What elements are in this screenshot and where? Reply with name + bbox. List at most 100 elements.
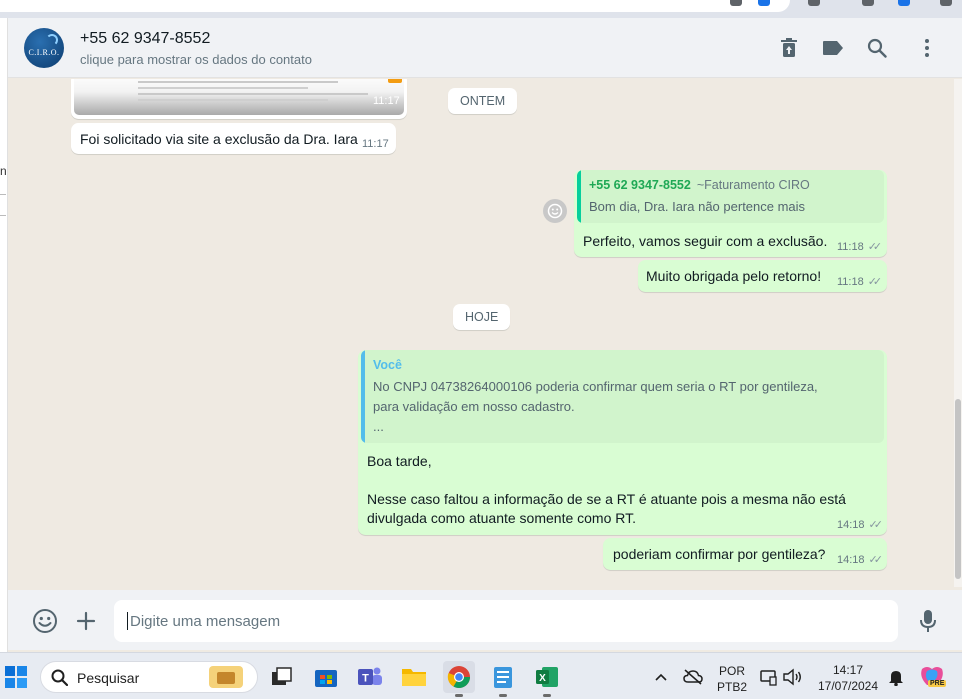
taskbar-search-box[interactable]: Pesquisar <box>40 661 258 693</box>
message-text: Perfeito, vamos seguir com a exclusão. <box>583 233 828 249</box>
quote-accent-bar <box>361 350 365 443</box>
quoted-message[interactable]: +55 62 9347-8552 ~Faturamento CIRO Bom di… <box>577 170 884 223</box>
keyboard-language[interactable]: POR PTB2 <box>714 663 750 695</box>
outgoing-message[interactable]: Muito obrigada pelo retorno! 11:18 ✓✓ <box>638 260 887 292</box>
outgoing-message[interactable]: poderiam confirmar por gentileza? 14:18 ✓… <box>603 538 887 570</box>
address-bar-edge[interactable] <box>0 0 790 12</box>
search-highlight-icon <box>209 666 243 688</box>
message-time: 14:18 ✓✓ <box>837 553 884 566</box>
chat-scrollbar[interactable] <box>954 79 962 587</box>
chevron-up-icon[interactable] <box>645 661 677 693</box>
label-icon[interactable] <box>821 36 845 60</box>
avatar[interactable]: C.I.R.O. <box>24 28 64 68</box>
incoming-message[interactable]: Foi solicitado via site a exclusão da Dr… <box>71 123 396 154</box>
chat-header: C.I.R.O. +55 62 9347-8552 clique para mo… <box>8 18 962 78</box>
message-time: 11:17 <box>362 138 389 150</box>
file-explorer-icon[interactable] <box>398 661 430 693</box>
message-time: 11:18 ✓✓ <box>837 275 883 288</box>
bookmark-star-icon[interactable] <box>758 0 770 6</box>
orange-badge-icon <box>388 79 402 83</box>
microphone-icon[interactable] <box>915 608 941 634</box>
quote-sender-number: +55 62 9347-8552 <box>589 178 691 192</box>
contact-subtitle[interactable]: clique para mostrar os dados do contato <box>80 52 312 67</box>
avatar-logo-text: C.I.R.O. <box>28 48 60 57</box>
date-separator: HOJE <box>453 304 511 330</box>
background-window-glyph: n <box>0 164 7 178</box>
task-view-icon[interactable] <box>266 661 298 693</box>
background-window-edge: n <box>0 18 8 658</box>
volume-icon[interactable] <box>776 661 808 693</box>
contact-name[interactable]: +55 62 9347-8552 <box>80 30 210 48</box>
message-time-value: 14:18 <box>837 519 865 531</box>
search-icon[interactable] <box>865 36 889 60</box>
chrome-icon[interactable] <box>443 661 475 697</box>
text-caret <box>127 612 128 630</box>
quote-sender-tag: ~Faturamento CIRO <box>696 178 810 192</box>
copilot-icon[interactable]: PRE <box>916 661 948 693</box>
extension-icon[interactable] <box>730 0 742 6</box>
quote-sender: +55 62 9347-8552 ~Faturamento CIRO <box>589 178 810 192</box>
message-time: 14:18 ✓✓ <box>837 518 884 531</box>
message-text-line: Nesse caso faltou a informação de se a R… <box>367 491 846 507</box>
background-window-mark <box>0 194 6 216</box>
windows-start-icon[interactable] <box>0 661 32 693</box>
outgoing-reply-message[interactable]: +55 62 9347-8552 ~Faturamento CIRO Bom di… <box>574 170 887 257</box>
quote-sender: Você <box>373 358 402 372</box>
browser-window-icon[interactable] <box>862 0 874 6</box>
svg-text:T: T <box>362 673 369 685</box>
clock-date: 17/07/2024 <box>817 679 879 693</box>
keyboard-layout-code: PTB2 <box>716 680 747 694</box>
browser-tab-icon[interactable] <box>808 0 820 6</box>
svg-text:X: X <box>539 673 546 684</box>
quote-accent-bar <box>577 170 581 223</box>
read-receipt-icon: ✓✓ <box>867 276 883 288</box>
notepad-icon[interactable] <box>487 661 519 697</box>
emoji-icon[interactable] <box>32 608 58 634</box>
browser-toolbar-strip <box>0 0 962 18</box>
outgoing-reply-message[interactable]: Você No CNPJ 04738264000106 poderia conf… <box>358 350 887 535</box>
excel-icon[interactable]: X <box>531 661 563 697</box>
quote-text-ellipsis: ... <box>373 419 384 434</box>
active-app-indicator <box>455 694 463 697</box>
clock-time: 14:17 <box>832 663 864 677</box>
notification-bell-icon[interactable] <box>880 661 912 693</box>
onedrive-offline-icon[interactable] <box>677 661 709 693</box>
active-app-indicator <box>543 694 551 697</box>
profile-icon[interactable] <box>898 0 910 6</box>
message-text: poderiam confirmar por gentileza? <box>613 546 826 562</box>
message-time-value: 14:18 <box>837 554 865 566</box>
message-composer <box>8 590 962 650</box>
read-receipt-icon: ✓✓ <box>867 241 883 253</box>
message-input[interactable] <box>114 600 898 642</box>
quoted-message[interactable]: Você No CNPJ 04738264000106 poderia conf… <box>361 350 884 443</box>
microsoft-store-icon[interactable] <box>310 661 342 693</box>
menu-icon[interactable] <box>915 36 939 60</box>
taskbar-search-label: Pesquisar <box>77 670 140 686</box>
document-preview-image[interactable] <box>74 79 404 115</box>
message-time: 11:18 ✓✓ <box>837 240 883 253</box>
attachment-message[interactable]: 11:17 <box>71 79 407 119</box>
message-text: Muito obrigada pelo retorno! <box>646 268 822 284</box>
message-time-value: 11:18 <box>837 241 864 253</box>
message-time-value: 11:18 <box>837 276 864 288</box>
chat-messages-area[interactable]: 11:17 Foi solicitado via site a exclusão… <box>8 79 954 587</box>
delete-icon[interactable] <box>777 36 801 60</box>
read-receipt-icon: ✓✓ <box>868 554 884 566</box>
message-text: Foi solicitado via site a exclusão da Dr… <box>80 131 358 147</box>
message-text-line: Boa tarde, <box>367 453 432 469</box>
message-text-line: divulgada como atuante somente como RT. <box>367 510 637 526</box>
language-code: POR <box>718 664 745 678</box>
search-icon <box>51 669 68 686</box>
scrollbar-thumb[interactable] <box>955 399 961 579</box>
react-emoji-button[interactable] <box>543 199 567 223</box>
attach-plus-icon[interactable] <box>73 608 99 634</box>
system-clock[interactable]: 14:17 17/07/2024 <box>810 662 886 694</box>
read-receipt-icon: ✓✓ <box>868 519 884 531</box>
browser-menu-icon[interactable] <box>940 0 952 6</box>
quote-text-line: para validação em nosso cadastro. <box>373 399 575 414</box>
attachment-time: 11:17 <box>373 95 400 107</box>
date-separator: ONTEM <box>448 88 518 114</box>
quote-text-line: No CNPJ 04738264000106 poderia confirmar… <box>373 379 818 394</box>
avatar-logo-waves <box>46 34 58 46</box>
teams-icon[interactable]: T <box>354 661 386 693</box>
